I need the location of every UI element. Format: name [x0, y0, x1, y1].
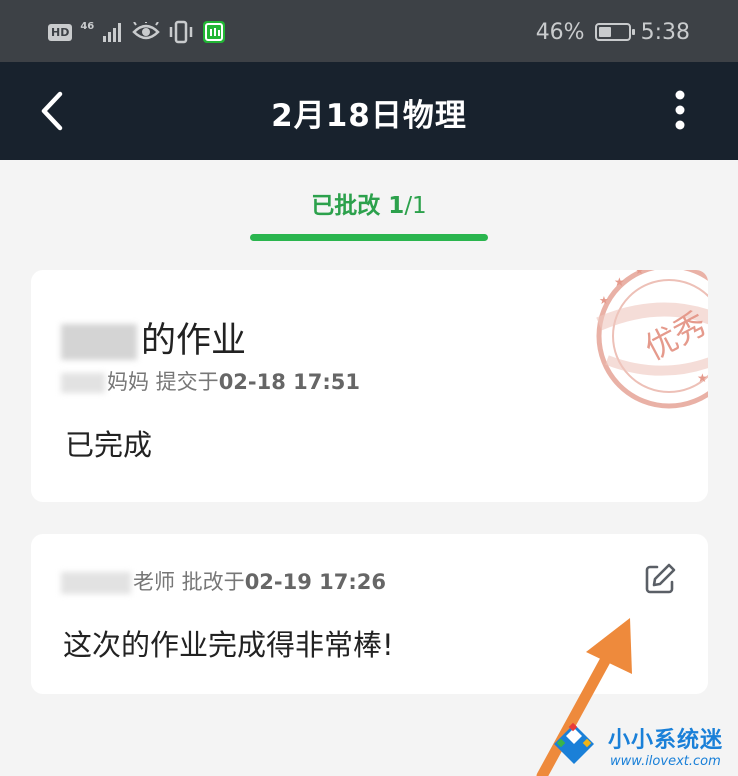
battery-percent: 46%	[535, 19, 585, 45]
submit-label: 提交于	[149, 370, 219, 394]
tab-label: 已批改	[311, 193, 389, 219]
submit-meta: 妈妈 提交于02-18 17:51	[61, 366, 360, 396]
excellent-stamp: ★ ★ ★ ★ ★ 优秀	[596, 270, 708, 409]
blurred-student-name	[61, 324, 137, 360]
review-time: 02-19 17:26	[244, 570, 387, 594]
eye-icon	[132, 22, 161, 40]
homework-title: 的作业	[61, 312, 246, 363]
watermark-title: 小小系统迷	[608, 728, 724, 753]
page-title: 2月18日物理	[271, 98, 467, 134]
blurred-parent-name	[61, 373, 105, 393]
edit-comment-button[interactable]	[643, 562, 677, 596]
tab-corrected[interactable]: 已批改 1/1	[250, 186, 488, 220]
blurred-teacher-name	[61, 572, 131, 594]
battery-icon	[594, 23, 635, 41]
watermark-logo-icon	[554, 722, 594, 764]
submission-card[interactable]: 的作业 妈妈 提交于02-18 17:51 已完成 ★ ★ ★ ★ ★ 优秀	[31, 270, 708, 502]
svg-text:★: ★	[697, 371, 708, 385]
review-meta: 老师 批改于02-19 17:26	[61, 566, 386, 596]
svg-text:★: ★	[599, 294, 609, 307]
hd-icon: HD	[48, 23, 73, 41]
tab-total: /1	[404, 193, 427, 219]
edit-icon	[645, 563, 676, 594]
homework-title-suffix: 的作业	[141, 321, 247, 361]
status-right: 46% 5:38	[536, 16, 690, 48]
submitter-label: 妈妈	[107, 370, 149, 394]
signal-icon	[103, 23, 122, 42]
more-vertical-icon	[675, 90, 685, 130]
clock-time: 5:38	[640, 19, 690, 45]
site-watermark: 小小系统迷 www.ilovext.com	[546, 712, 738, 776]
svg-text:★: ★	[614, 275, 625, 289]
status-bar: HD 46 46% 5:38	[0, 0, 738, 62]
app-header: 2月18日物理	[0, 62, 738, 160]
network-type-label: 46	[80, 21, 95, 32]
review-label: 批改于	[175, 570, 245, 594]
svg-text:★: ★	[635, 270, 644, 277]
tab-indicator	[250, 234, 488, 241]
vibrate-icon	[170, 20, 193, 44]
submit-time: 02-18 17:51	[218, 370, 361, 394]
status-left-icons: HD 46	[48, 18, 226, 46]
iqiyi-app-icon	[203, 21, 226, 43]
battery-level-fill	[598, 27, 612, 37]
teacher-label: 老师	[133, 570, 175, 594]
watermark-url: www.ilovext.com	[610, 754, 721, 769]
tab-count: 1	[388, 193, 405, 219]
completion-status: 已完成	[65, 428, 153, 462]
teacher-comment: 这次的作业完成得非常棒!	[63, 628, 394, 662]
more-button[interactable]	[662, 88, 698, 134]
